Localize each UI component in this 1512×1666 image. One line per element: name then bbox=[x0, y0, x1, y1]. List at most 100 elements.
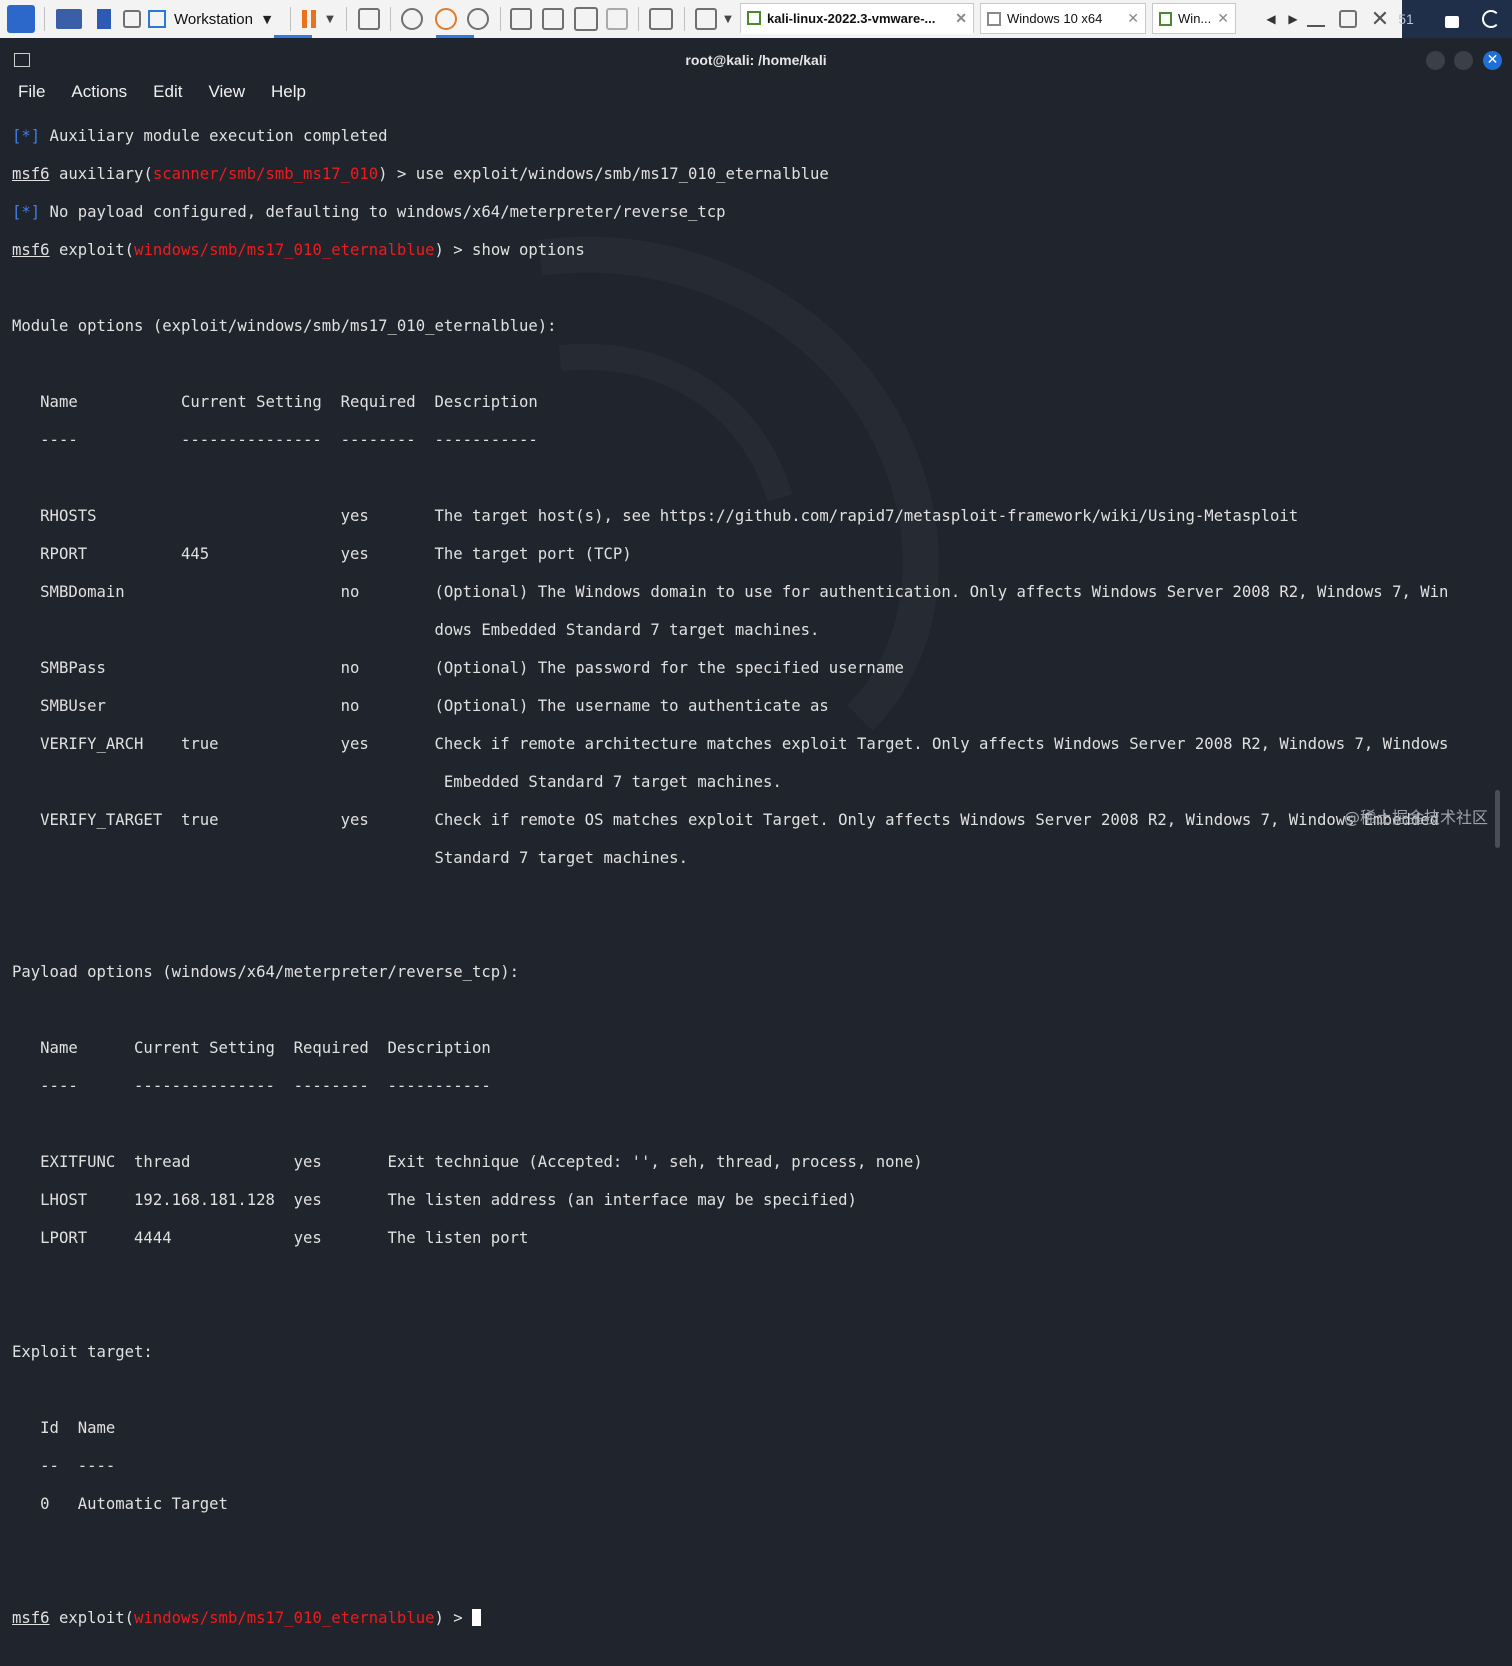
table-header: Name Current Setting Required Descriptio… bbox=[12, 393, 538, 411]
menu-bar: File Actions Edit View Help bbox=[10, 82, 324, 108]
fullscreen-icon[interactable] bbox=[572, 0, 600, 38]
output-line: [*] Auxiliary module execution completed bbox=[12, 127, 388, 145]
workstation-icon bbox=[148, 10, 166, 28]
vm-tab-win[interactable]: Win... ✕ bbox=[1152, 3, 1236, 34]
workstation-menu[interactable]: Workstation ▼ bbox=[148, 0, 284, 38]
separator bbox=[390, 7, 391, 31]
output-line: [*] No payload configured, defaulting to… bbox=[12, 203, 726, 221]
table-underline: -- ---- bbox=[12, 1457, 116, 1475]
vmware-toolbar: Workstation ▼ ▼ ▼ kali-linux-2022.3-vmwa… bbox=[0, 0, 1512, 39]
scrollbar[interactable] bbox=[1495, 790, 1500, 848]
command-prompt[interactable]: msf6 exploit(windows/smb/ms17_010_eterna… bbox=[12, 1609, 1492, 1628]
console-icon[interactable] bbox=[646, 0, 676, 38]
terminal-output[interactable]: [*] Auxiliary module execution completed… bbox=[12, 108, 1492, 1627]
site-watermark-text: @稀土掘金技术社区 bbox=[1343, 808, 1488, 827]
tab-scroll-right-icon[interactable]: ▶ bbox=[1284, 0, 1302, 38]
menu-actions[interactable]: Actions bbox=[63, 82, 127, 108]
payload-options-header: Payload options (windows/x64/meterpreter… bbox=[12, 963, 519, 981]
maximize-button[interactable] bbox=[1454, 51, 1473, 70]
pin-icon[interactable] bbox=[120, 0, 144, 38]
refresh-icon[interactable] bbox=[1478, 0, 1504, 38]
tab-scroll-left-icon[interactable]: ◀ bbox=[1262, 0, 1280, 38]
vm-running-icon bbox=[747, 11, 761, 25]
table-row: dows Embedded Standard 7 target machines… bbox=[12, 621, 820, 639]
module-options-header: Module options (exploit/windows/smb/ms17… bbox=[12, 317, 557, 335]
vm-tab-label: kali-linux-2022.3-vmware-... bbox=[767, 10, 936, 26]
table-row: RHOSTS yes The target host(s), see https… bbox=[12, 507, 1299, 525]
close-window-icon[interactable]: ✕ bbox=[1368, 0, 1392, 38]
lock-icon[interactable] bbox=[1440, 0, 1464, 38]
vm-tab-label: Windows 10 x64 bbox=[1007, 11, 1103, 26]
output-line: msf6 auxiliary(scanner/smb/smb_ms17_010)… bbox=[12, 165, 829, 183]
close-button[interactable]: ✕ bbox=[1483, 51, 1502, 70]
file-manager-icon[interactable] bbox=[94, 0, 114, 38]
menu-file[interactable]: File bbox=[10, 82, 45, 108]
desktop-icon[interactable] bbox=[54, 0, 84, 38]
table-header: Name Current Setting Required Descriptio… bbox=[12, 1039, 491, 1057]
separator bbox=[684, 7, 685, 31]
table-row: LPORT 4444 yes The listen port bbox=[12, 1229, 529, 1247]
table-row: SMBDomain no (Optional) The Windows doma… bbox=[12, 583, 1449, 601]
table-row: Embedded Standard 7 target machines. bbox=[12, 773, 782, 791]
vm-icon bbox=[987, 11, 1001, 26]
separator bbox=[290, 7, 291, 31]
separator bbox=[346, 7, 347, 31]
table-row: EXITFUNC thread yes Exit technique (Acce… bbox=[12, 1153, 923, 1171]
table-row: Standard 7 target machines. bbox=[12, 849, 688, 867]
table-row: VERIFY_ARCH true yes Check if remote arc… bbox=[12, 735, 1449, 753]
separator bbox=[44, 7, 45, 31]
restore-icon[interactable] bbox=[1336, 0, 1360, 38]
vm-tab-label: Win... bbox=[1178, 11, 1212, 26]
table-header: Id Name bbox=[12, 1419, 116, 1437]
sidebar-toggle-icon[interactable] bbox=[508, 0, 534, 38]
close-icon[interactable]: ✕ bbox=[949, 10, 967, 27]
snapshot-manager-icon[interactable] bbox=[464, 0, 492, 38]
unity-icon[interactable] bbox=[604, 0, 630, 38]
window-title: root@kali: /home/kali bbox=[685, 52, 827, 68]
table-row: SMBPass no (Optional) The password for t… bbox=[12, 659, 904, 677]
stretch-icon[interactable] bbox=[692, 0, 720, 38]
table-row: VERIFY_TARGET true yes Check if remote O… bbox=[12, 811, 1440, 829]
separator bbox=[638, 7, 639, 31]
chevron-down-icon: ▼ bbox=[262, 12, 272, 26]
minimize-icon[interactable] bbox=[1304, 0, 1328, 38]
power-dropdown-icon[interactable]: ▼ bbox=[322, 0, 338, 38]
table-underline: ---- --------------- -------- ----------… bbox=[12, 1077, 491, 1095]
title-bar: root@kali: /home/kali ✕ bbox=[0, 38, 1512, 80]
menu-edit[interactable]: Edit bbox=[145, 82, 182, 108]
close-icon[interactable]: ✕ bbox=[1121, 10, 1139, 27]
thumbnail-bar-icon[interactable] bbox=[540, 0, 566, 38]
close-icon[interactable]: ✕ bbox=[1211, 10, 1229, 27]
vm-tab-kali[interactable]: kali-linux-2022.3-vmware-... ✕ bbox=[740, 3, 974, 34]
partial-text: 51 bbox=[1398, 11, 1414, 27]
table-row: LHOST 192.168.181.128 yes The listen add… bbox=[12, 1191, 857, 1209]
table-row: SMBUser no (Optional) The username to au… bbox=[12, 697, 829, 715]
stretch-dropdown-icon[interactable]: ▼ bbox=[720, 0, 736, 38]
menu-help[interactable]: Help bbox=[263, 82, 306, 108]
vm-tab-windows10[interactable]: Windows 10 x64 ✕ bbox=[980, 3, 1146, 34]
separator bbox=[500, 7, 501, 31]
kali-menu-icon[interactable] bbox=[4, 0, 38, 38]
revert-snapshot-icon[interactable] bbox=[432, 0, 460, 38]
terminal-window[interactable]: root@kali: /home/kali ✕ File Actions Edi… bbox=[0, 38, 1512, 1627]
pause-button[interactable] bbox=[296, 0, 322, 38]
menu-view[interactable]: View bbox=[200, 82, 245, 108]
minimize-button[interactable] bbox=[1426, 51, 1445, 70]
vm-running-icon bbox=[1159, 11, 1173, 26]
table-row: 0 Automatic Target bbox=[12, 1495, 228, 1513]
send-keys-icon[interactable] bbox=[356, 0, 382, 38]
snapshot-icon[interactable] bbox=[398, 0, 426, 38]
exploit-target-header: Exploit target: bbox=[12, 1343, 153, 1361]
